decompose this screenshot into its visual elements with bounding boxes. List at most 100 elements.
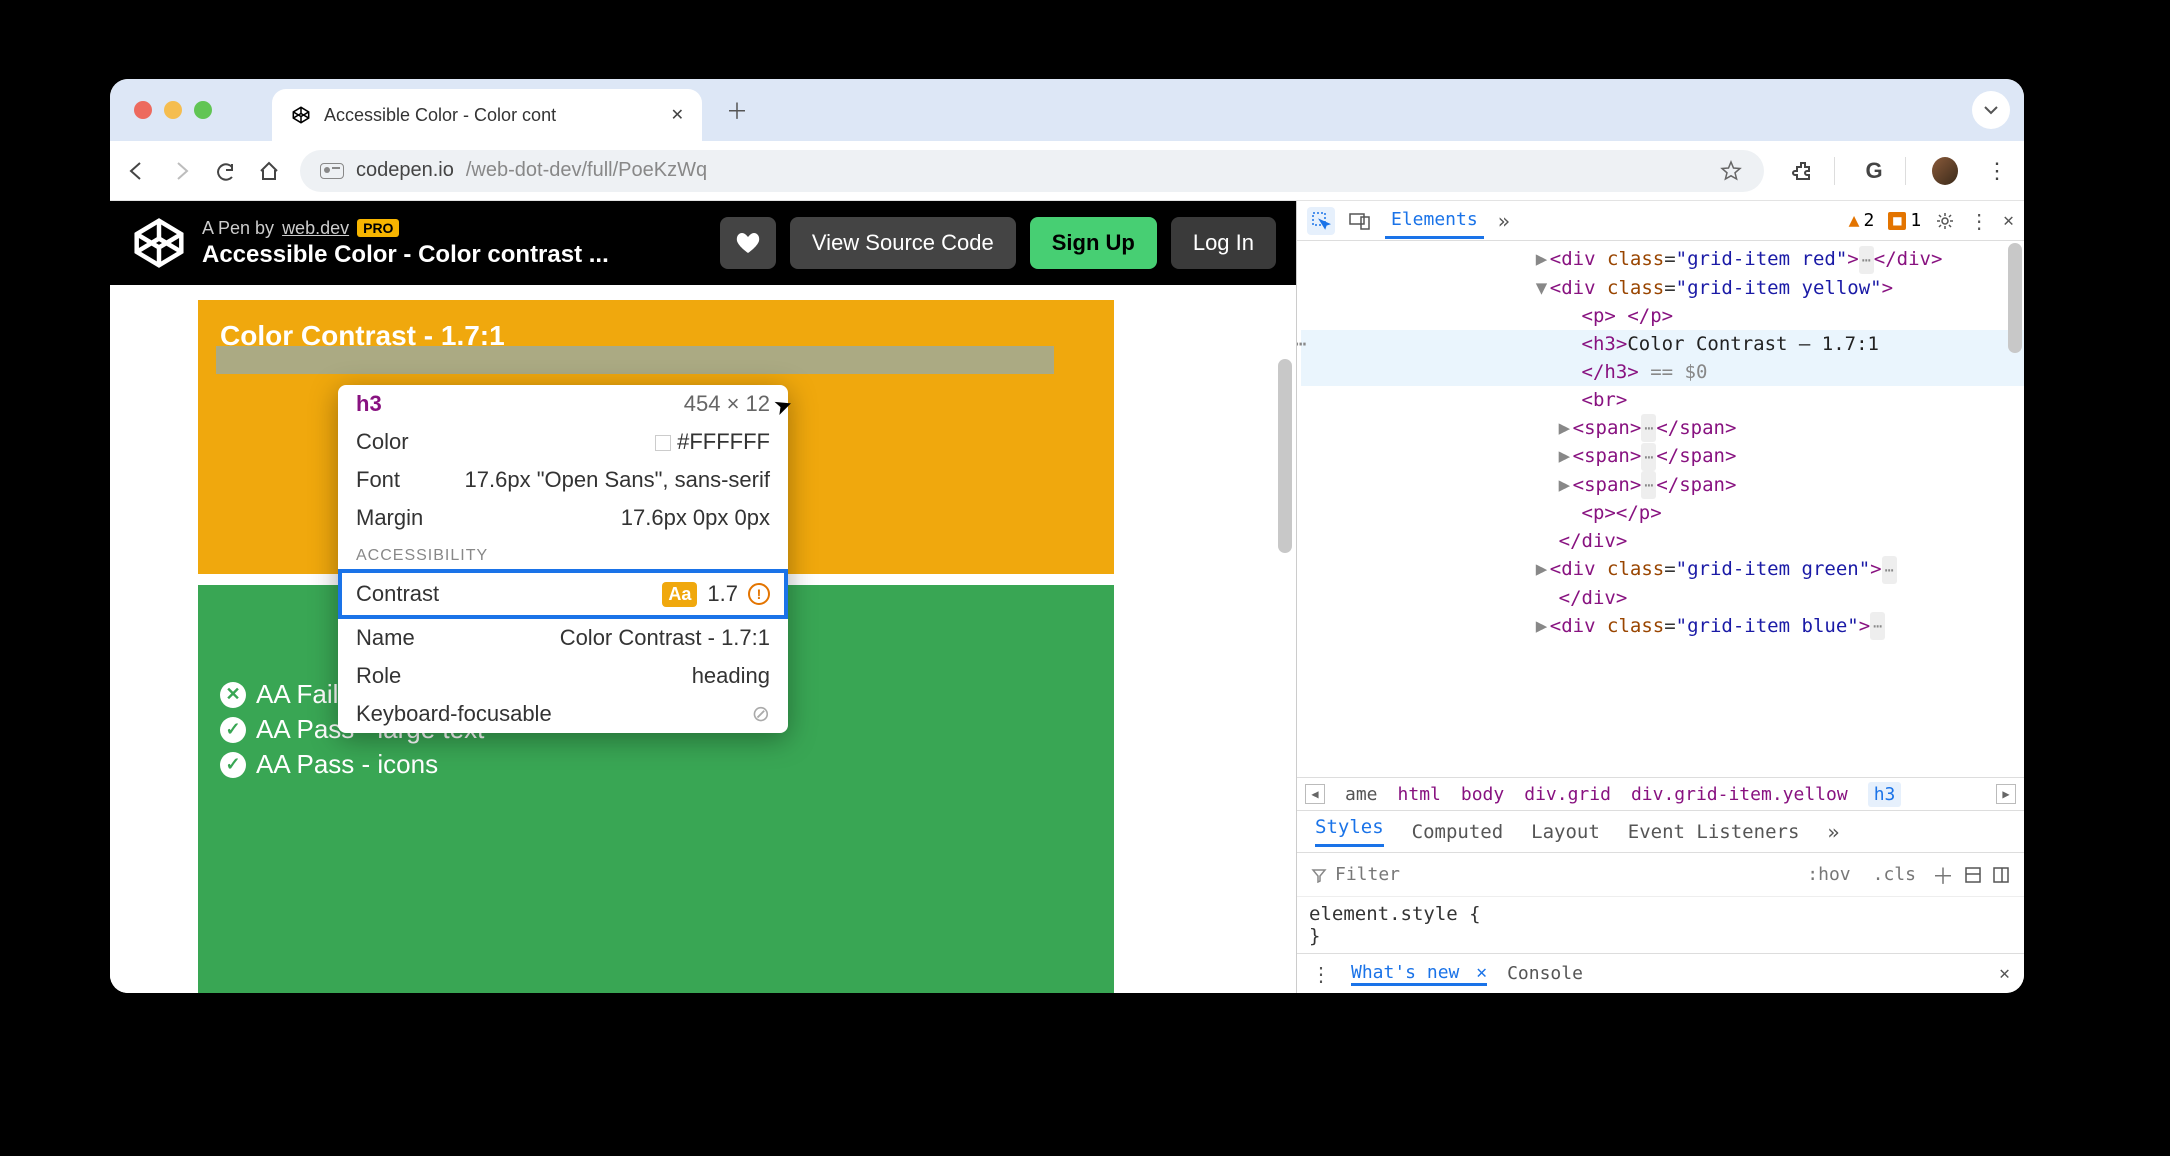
site-controls-icon[interactable]	[320, 163, 344, 179]
inspect-element-button[interactable]	[1307, 207, 1335, 235]
profile-avatar[interactable]	[1932, 158, 1958, 184]
drawer-menu-button[interactable]: ⋮	[1311, 962, 1331, 986]
pass-icon: ✓	[220, 752, 246, 778]
maximize-window-button[interactable]	[194, 101, 212, 119]
styles-tab[interactable]: Styles	[1315, 816, 1384, 847]
crumb-item[interactable]: div.grid	[1524, 784, 1611, 805]
more-styles-tabs[interactable]: »	[1827, 820, 1839, 844]
whats-new-tab[interactable]: What's new ✕	[1351, 962, 1487, 986]
kb-label: Keyboard-focusable	[356, 701, 552, 727]
role-value: heading	[692, 663, 770, 689]
issues-warning[interactable]: ▲2	[1849, 210, 1875, 231]
contrast-value: 1.7	[707, 581, 738, 607]
devtools-drawer: ⋮ What's new ✕ Console ✕	[1297, 953, 2024, 993]
green-pass-icons: ✓ AA Pass - icons	[220, 749, 1092, 780]
tab-title: Accessible Color - Color cont	[324, 105, 659, 126]
toolbar: codepen.io/web-dot-dev/full/PoeKzWq G ⋮	[110, 141, 2024, 201]
tooltip-tag: h3	[356, 391, 382, 417]
devtools-scrollbar[interactable]	[2008, 243, 2022, 353]
devtools-settings-button[interactable]	[1935, 211, 1955, 231]
crumb-item-active[interactable]: h3	[1868, 782, 1902, 807]
breadcrumb[interactable]: ◀ ame html body div.grid div.grid-item.y…	[1297, 777, 2024, 811]
crumb-scroll-right[interactable]: ▶	[1996, 784, 2016, 804]
margin-label: Margin	[356, 505, 423, 531]
browser-tab[interactable]: Accessible Color - Color cont ✕	[272, 89, 702, 141]
event-listeners-tab[interactable]: Event Listeners	[1628, 821, 1800, 843]
yellow-card-heading: Color Contrast - 1.7:1	[220, 320, 1092, 352]
devtools-close-button[interactable]: ✕	[2003, 210, 2014, 231]
content-split: A Pen by web.dev PRO Accessible Color - …	[110, 201, 2024, 993]
contrast-row: Contrast Aa 1.7 !	[338, 569, 788, 619]
tooltip-dims: 454 × 12	[684, 391, 770, 417]
forward-button[interactable]	[168, 158, 194, 184]
filter-icon	[1311, 867, 1327, 883]
dom-tree[interactable]: ▶<div class="grid-item red">⋯</div> ▼<di…	[1297, 241, 2024, 777]
google-account-icon[interactable]: G	[1861, 158, 1887, 184]
love-button[interactable]	[720, 217, 776, 269]
codepen-logo-icon[interactable]	[130, 214, 188, 272]
minimize-window-button[interactable]	[164, 101, 182, 119]
crumb-scroll-left[interactable]: ◀	[1305, 784, 1325, 804]
crumb-item[interactable]: html	[1398, 784, 1441, 805]
element-style-open: element.style {	[1309, 903, 2012, 925]
filter-placeholder: Filter	[1335, 864, 1400, 885]
row-label: AA Pass - icons	[256, 749, 438, 780]
chrome-menu-button[interactable]: ⋮	[1984, 158, 2010, 184]
window-controls	[134, 101, 212, 119]
elements-tab[interactable]: Elements	[1385, 203, 1484, 239]
device-toolbar-button[interactable]	[1349, 212, 1371, 230]
styles-computed-toggle-icon[interactable]	[1992, 866, 2010, 884]
browser-window: Accessible Color - Color cont ✕ ＋ codepe…	[110, 79, 2024, 993]
close-icon[interactable]: ✕	[1476, 962, 1487, 983]
role-label: Role	[356, 663, 401, 689]
home-button[interactable]	[256, 158, 282, 184]
page-scrollbar[interactable]	[1278, 359, 1292, 553]
close-window-button[interactable]	[134, 101, 152, 119]
pen-byline: A Pen by web.dev PRO	[202, 218, 706, 239]
computed-tab[interactable]: Computed	[1412, 821, 1504, 843]
contrast-label: Contrast	[356, 581, 439, 607]
crumb-item[interactable]: body	[1461, 784, 1504, 805]
issues-error[interactable]: ■1	[1888, 210, 1921, 231]
console-tab[interactable]: Console	[1507, 963, 1583, 984]
layout-tab[interactable]: Layout	[1531, 821, 1600, 843]
styles-body[interactable]: element.style { }	[1297, 897, 2024, 953]
bookmark-star-icon[interactable]	[1718, 158, 1744, 184]
drawer-close-button[interactable]: ✕	[1999, 963, 2010, 984]
pass-icon: ✓	[220, 717, 246, 743]
byline-author[interactable]: web.dev	[282, 218, 349, 239]
styles-filter-input[interactable]: Filter	[1311, 864, 1791, 885]
accessibility-header: ACCESSIBILITY	[338, 537, 788, 569]
pen-title: Accessible Color - Color contrast ...	[202, 241, 706, 269]
more-tabs-button[interactable]: »	[1498, 209, 1510, 233]
cls-toggle[interactable]: .cls	[1867, 861, 1922, 888]
name-label: Name	[356, 625, 415, 651]
back-button[interactable]	[124, 158, 150, 184]
tab-close-button[interactable]: ✕	[671, 105, 684, 125]
fail-icon: ✕	[220, 682, 246, 708]
styles-pane-mode-icon[interactable]	[1964, 866, 1982, 884]
login-button[interactable]: Log In	[1171, 217, 1276, 269]
inspect-tooltip: h3454 × 12 Color#FFFFFF Font17.6px "Open…	[338, 385, 788, 733]
name-value: Color Contrast - 1.7:1	[560, 625, 770, 651]
crumb-item[interactable]: ame	[1345, 784, 1378, 805]
crumb-item[interactable]: div.grid-item.yellow	[1631, 784, 1848, 805]
color-value: #FFFFFF	[655, 429, 770, 455]
titlebar: Accessible Color - Color cont ✕ ＋	[110, 79, 2024, 141]
element-style-close: }	[1309, 925, 2012, 947]
view-source-button[interactable]: View Source Code	[790, 217, 1016, 269]
tab-list-button[interactable]	[1972, 91, 2010, 129]
contrast-sample-icon: Aa	[662, 582, 697, 607]
devtools-menu-button[interactable]: ⋮	[1969, 209, 1989, 233]
devtools-panel: Elements » ▲2 ■1 ⋮ ✕ ▶<div class="grid-i…	[1296, 201, 2024, 993]
page-body: Color Contrast - 1.7:1 ✕AA Fail - regula…	[110, 285, 1296, 993]
margin-value: 17.6px 0px 0px	[621, 505, 770, 531]
new-tab-button[interactable]: ＋	[726, 94, 748, 126]
signup-button[interactable]: Sign Up	[1030, 217, 1157, 269]
address-bar[interactable]: codepen.io/web-dot-dev/full/PoeKzWq	[300, 150, 1764, 192]
extensions-icon[interactable]	[1790, 158, 1816, 184]
reload-button[interactable]	[212, 158, 238, 184]
new-style-rule-button[interactable]: ＋	[1932, 859, 1954, 891]
codepen-header: A Pen by web.dev PRO Accessible Color - …	[110, 201, 1296, 285]
hov-toggle[interactable]: :hov	[1801, 861, 1856, 888]
